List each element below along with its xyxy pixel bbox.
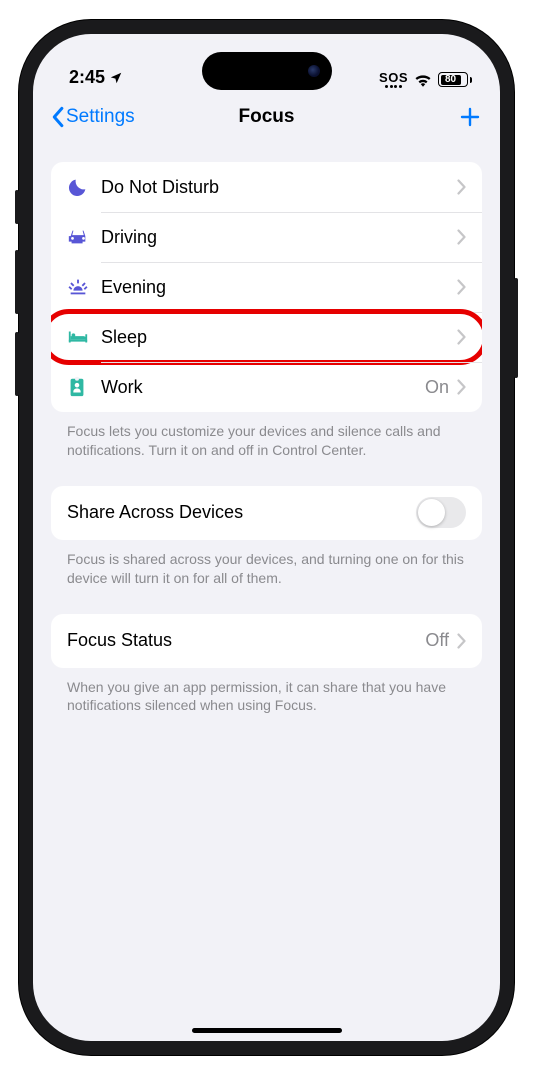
car-icon	[67, 227, 101, 247]
focus-list: Do Not Disturb Driving	[51, 162, 482, 412]
focus-status-footer: When you give an app permission, it can …	[51, 668, 482, 716]
focus-label: Do Not Disturb	[101, 177, 457, 198]
wifi-icon	[414, 73, 432, 87]
focus-label: Driving	[101, 227, 457, 248]
chevron-right-icon	[457, 379, 466, 395]
focus-value: On	[425, 377, 449, 398]
back-label: Settings	[66, 106, 135, 128]
sunset-icon	[67, 277, 101, 297]
nav-bar: Settings Focus	[33, 92, 500, 142]
focus-status-group: Focus Status Off	[51, 614, 482, 668]
chevron-left-icon	[51, 106, 64, 128]
page-title: Focus	[239, 106, 295, 128]
focus-label: Work	[101, 377, 425, 398]
battery-indicator: 80	[438, 72, 472, 87]
focus-row-evening[interactable]: Evening	[51, 262, 482, 312]
focus-row-work[interactable]: Work On	[51, 362, 482, 412]
share-group: Share Across Devices	[51, 486, 482, 540]
focus-row-sleep[interactable]: Sleep	[51, 312, 482, 362]
chevron-right-icon	[457, 179, 466, 195]
focus-status-label: Focus Status	[67, 630, 425, 651]
share-toggle[interactable]	[416, 497, 466, 528]
focus-row-driving[interactable]: Driving	[51, 212, 482, 262]
chevron-right-icon	[457, 279, 466, 295]
chevron-right-icon	[457, 633, 466, 649]
share-label: Share Across Devices	[67, 502, 416, 523]
bed-icon	[67, 328, 101, 346]
chevron-right-icon	[457, 329, 466, 345]
focus-label: Sleep	[101, 327, 457, 348]
badge-icon	[67, 376, 101, 398]
share-across-devices-row: Share Across Devices	[51, 486, 482, 540]
focus-status-row[interactable]: Focus Status Off	[51, 614, 482, 668]
focus-list-footer: Focus lets you customize your devices an…	[51, 412, 482, 460]
focus-row-do-not-disturb[interactable]: Do Not Disturb	[51, 162, 482, 212]
moon-icon	[67, 176, 101, 198]
chevron-right-icon	[457, 229, 466, 245]
back-button[interactable]: Settings	[51, 106, 135, 128]
home-indicator[interactable]	[192, 1028, 342, 1033]
share-footer: Focus is shared across your devices, and…	[51, 540, 482, 588]
location-icon	[109, 71, 123, 85]
add-focus-button[interactable]	[458, 105, 482, 129]
dynamic-island	[202, 52, 332, 90]
plus-icon	[458, 105, 482, 129]
focus-label: Evening	[101, 277, 457, 298]
status-time: 2:45	[69, 67, 105, 88]
focus-status-value: Off	[425, 630, 449, 651]
sos-indicator: SOS	[379, 71, 408, 88]
